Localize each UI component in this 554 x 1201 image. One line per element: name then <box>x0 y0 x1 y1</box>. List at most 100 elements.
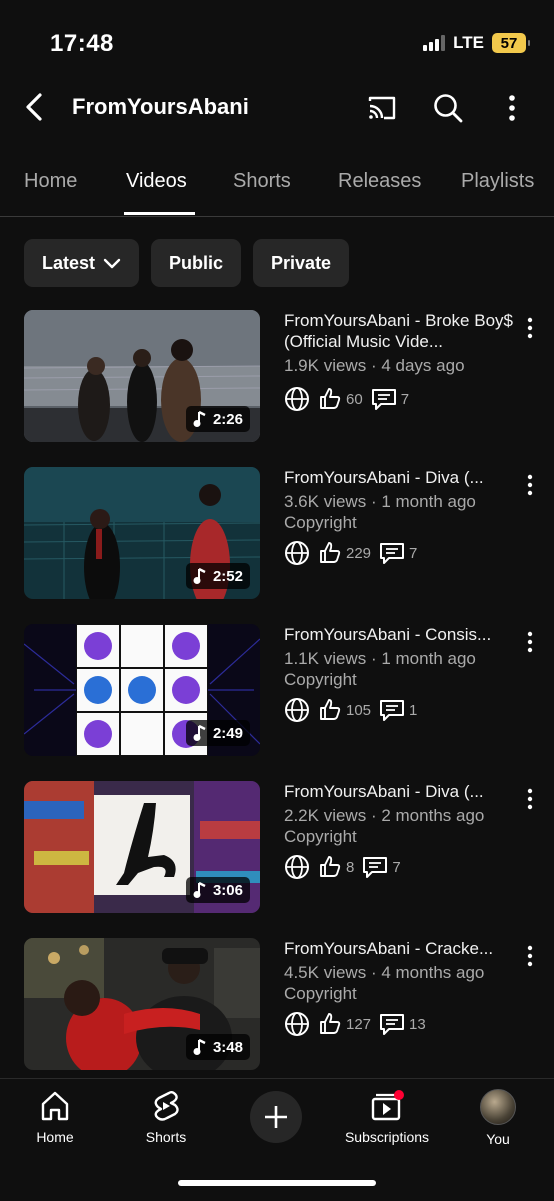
comments-count: 7 <box>409 544 418 562</box>
filter-chips: Latest Public Private <box>24 239 350 287</box>
video-stats: 229 7 <box>284 540 417 566</box>
comments-stat: 7 <box>362 855 401 879</box>
tab-releases[interactable]: Releases <box>338 170 421 193</box>
likes-stat: 229 <box>318 541 371 565</box>
meta-separator: · <box>370 356 377 375</box>
tab-playlists[interactable]: Playlists <box>461 170 534 193</box>
notification-dot <box>394 1090 404 1100</box>
comment-icon <box>380 700 405 721</box>
likes-count: 127 <box>346 1015 372 1033</box>
cast-icon[interactable] <box>366 92 398 124</box>
meta-separator: · <box>370 649 377 668</box>
duration-badge: 2:26 <box>185 406 250 432</box>
create-button[interactable] <box>250 1091 302 1143</box>
video-title[interactable]: FromYoursAbani - Consis... <box>284 624 520 645</box>
chip-latest-label: Latest <box>42 252 96 273</box>
video-title[interactable]: FromYoursAbani - Diva (... <box>284 467 520 488</box>
search-icon[interactable] <box>432 92 464 124</box>
nav-you-label: You <box>486 1131 510 1147</box>
chip-private[interactable]: Private <box>253 239 350 287</box>
video-title[interactable]: FromYoursAbani - Diva (... <box>284 781 520 802</box>
video-stats: 60 7 <box>284 386 409 412</box>
meta-separator: · <box>370 963 377 982</box>
subscriptions-icon <box>371 1090 404 1121</box>
video-thumbnail[interactable]: 2:52 <box>24 467 260 599</box>
thumbs-up-icon <box>320 1013 341 1034</box>
globe-icon <box>285 541 309 565</box>
channel-tabs: Home Videos Shorts Releases Playlists <box>0 158 554 217</box>
video-more-icon[interactable] <box>522 316 538 340</box>
video-title[interactable]: FromYoursAbani - Cracke... <box>284 938 520 959</box>
nav-you[interactable]: You <box>443 1089 553 1147</box>
comment-icon <box>380 543 405 564</box>
duration-text: 2:26 <box>212 410 243 428</box>
video-item[interactable]: 2:49 FromYoursAbani - Consis... 1.1K vie… <box>24 624 554 758</box>
more-options-icon[interactable] <box>496 92 528 124</box>
nav-home-label: Home <box>36 1129 74 1145</box>
tab-videos[interactable]: Videos <box>126 170 187 193</box>
video-more-icon[interactable] <box>522 944 538 968</box>
nav-shorts[interactable]: Shorts <box>111 1089 221 1145</box>
video-thumbnail[interactable]: 2:49 <box>24 624 260 756</box>
tab-home[interactable]: Home <box>24 170 77 193</box>
avatar <box>480 1089 516 1125</box>
video-views: 1.1K views <box>284 649 367 668</box>
video-item[interactable]: 2:26 FromYoursAbani - Broke Boy$ (Offici… <box>24 310 554 444</box>
comments-count: 7 <box>400 390 410 408</box>
video-title[interactable]: FromYoursAbani - Broke Boy$ (Official Mu… <box>284 310 520 352</box>
globe-icon <box>285 1012 309 1036</box>
music-note-icon <box>193 567 206 584</box>
home-indicator <box>178 1180 376 1186</box>
video-item[interactable]: 3:48 FromYoursAbani - Cracke... 4.5K vie… <box>24 938 554 1072</box>
video-thumbnail[interactable]: 3:48 <box>24 938 260 1070</box>
video-thumbnail[interactable]: 3:06 <box>24 781 260 913</box>
nav-subscriptions[interactable]: Subscriptions <box>332 1089 442 1145</box>
chip-public[interactable]: Public <box>151 239 242 287</box>
duration-text: 2:52 <box>212 567 243 585</box>
chip-private-label: Private <box>271 252 332 273</box>
meta-separator: · <box>370 492 377 511</box>
copyright-label: Copyright <box>284 513 357 532</box>
comments-stat: 1 <box>379 698 417 722</box>
globe-icon <box>285 698 309 722</box>
copyright-label: Copyright <box>284 984 357 1003</box>
nav-home[interactable]: Home <box>0 1089 110 1145</box>
likes-stat: 105 <box>318 698 371 722</box>
video-more-icon[interactable] <box>522 473 538 497</box>
duration-badge: 3:48 <box>185 1034 250 1060</box>
active-tab-indicator <box>124 212 195 215</box>
video-item[interactable]: 2:52 FromYoursAbani - Diva (... 3.6K vie… <box>24 467 554 601</box>
status-bar: 17:48 LTE 57 <box>0 0 554 80</box>
comment-icon <box>363 857 388 878</box>
copyright-label: Copyright <box>284 827 357 846</box>
comment-icon <box>380 1014 405 1035</box>
music-note-icon <box>193 881 206 898</box>
comments-count: 13 <box>409 1015 426 1033</box>
meta-separator: · <box>370 806 377 825</box>
comments-stat: 7 <box>371 387 409 411</box>
network-label: LTE <box>453 33 484 52</box>
chip-public-label: Public <box>169 252 224 273</box>
duration-text: 3:06 <box>212 881 243 899</box>
duration-badge: 2:52 <box>185 563 250 589</box>
music-note-icon <box>193 724 206 741</box>
video-more-icon[interactable] <box>522 630 538 654</box>
battery-level: 57 <box>500 34 518 52</box>
video-stats: 8 7 <box>284 854 401 880</box>
video-thumbnail[interactable]: 2:26 <box>24 310 260 442</box>
channel-title: FromYoursAbani <box>72 94 249 119</box>
tab-shorts[interactable]: Shorts <box>233 170 291 193</box>
duration-badge: 2:49 <box>185 720 250 746</box>
duration-badge: 3:06 <box>185 877 250 903</box>
likes-count: 8 <box>346 858 355 876</box>
back-arrow-icon[interactable] <box>20 92 50 122</box>
video-meta: 4.5K views · 4 months ago <box>284 962 484 983</box>
video-meta: 2.2K views · 2 months ago <box>284 805 484 826</box>
status-time: 17:48 <box>50 30 114 57</box>
shorts-icon <box>154 1091 179 1121</box>
video-item[interactable]: 3:06 FromYoursAbani - Diva (... 2.2K vie… <box>24 781 554 915</box>
video-meta: 1.9K views · 4 days ago <box>284 355 465 376</box>
video-age: 4 days ago <box>381 356 465 375</box>
video-more-icon[interactable] <box>522 787 538 811</box>
chip-latest[interactable]: Latest <box>24 239 140 287</box>
